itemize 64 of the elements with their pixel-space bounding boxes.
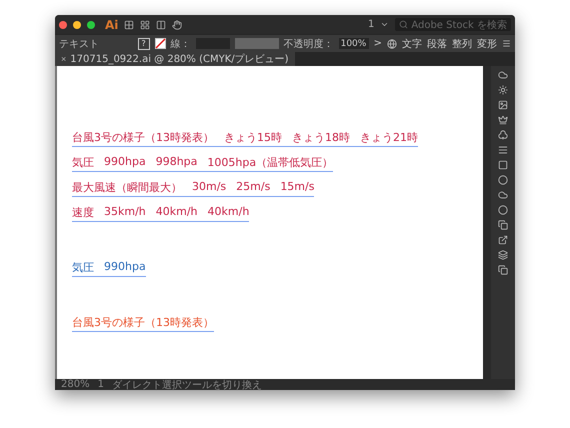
cloud-icon[interactable] [498, 190, 508, 200]
lines-icon[interactable] [498, 145, 508, 155]
panel-link[interactable]: 段落 [427, 36, 447, 50]
tool-hint: ダイレクト選択ツールを切り換え [112, 378, 262, 390]
opacity-label: 不透明度： [284, 38, 334, 50]
text-frame: 台風3号の様子（13時発表） [72, 315, 214, 330]
text-frame: 速度 [72, 205, 94, 220]
panel-link[interactable]: 変形 [477, 36, 497, 50]
fill-swatch[interactable]: ? [138, 38, 150, 50]
artboard-number[interactable]: 1 [98, 379, 104, 390]
text-frame: 990hpa [104, 260, 146, 275]
selection-label: テキスト [59, 38, 99, 50]
cloud-icon[interactable] [498, 70, 508, 80]
arrangement-number[interactable]: 1 [368, 19, 374, 30]
text-frame: 最大風速（瞬間最大） [72, 180, 182, 195]
grid-icon[interactable] [140, 20, 150, 30]
stroke-swatch-icon[interactable] [154, 38, 166, 49]
text-frame: 40km/h [208, 205, 250, 220]
app-logo: Ai [105, 18, 118, 32]
style-field[interactable] [234, 38, 279, 49]
more-button[interactable]: > [374, 38, 382, 49]
text-frame: きょう21時 [360, 130, 418, 145]
text-frame: 30m/s [192, 180, 226, 195]
square-icon[interactable] [498, 160, 508, 170]
text-frame: 15m/s [280, 180, 314, 195]
circle-icon[interactable] [498, 205, 508, 215]
document-tab[interactable]: × 170715_0922.ai @ 280% (CMYK/プレビュー) [55, 52, 295, 66]
text-frame: 40km/h [156, 205, 198, 220]
export-icon[interactable] [498, 235, 508, 245]
text-frame: 990hpa [104, 155, 146, 170]
layers-icon[interactable] [498, 250, 508, 260]
panel-link[interactable]: 文字 [402, 36, 422, 50]
image-icon[interactable] [498, 100, 508, 110]
text-frame: きょう15時 [224, 130, 282, 145]
text-frame: 台風3号の様子（13時発表） [72, 130, 214, 145]
text-frame: 35km/h [104, 205, 146, 220]
crown-icon[interactable] [498, 115, 508, 125]
close-button[interactable] [59, 20, 67, 28]
chevron-icon[interactable] [380, 20, 390, 29]
sun-icon[interactable] [498, 85, 508, 95]
club-icon[interactable] [498, 130, 508, 140]
copy-icon[interactable] [498, 220, 508, 230]
text-frame: 998hpa [156, 155, 198, 170]
text-frame: 気圧 [72, 155, 94, 170]
close-tab-button[interactable]: × [61, 54, 66, 64]
text-frame: きょう18時 [292, 130, 350, 145]
panel-link[interactable]: 整列 [452, 36, 472, 50]
circle-icon[interactable] [498, 175, 508, 185]
copy-icon[interactable] [498, 265, 508, 275]
zoom-level[interactable]: 280% [61, 379, 90, 390]
search-icon [399, 20, 408, 29]
text-frame: 1005hpa（温帯低気圧） [207, 155, 334, 170]
menu-icon[interactable] [502, 39, 511, 48]
grid-icon[interactable] [124, 20, 134, 30]
text-frame: 25m/s [236, 180, 270, 195]
stroke-label: 線： [170, 38, 191, 50]
document-title: 170715_0922.ai @ 280% (CMYK/プレビュー) [70, 52, 289, 66]
minimize-button[interactable] [73, 20, 81, 28]
text-frame: 気圧 [72, 260, 94, 275]
globe-icon[interactable] [387, 38, 397, 48]
hand-icon[interactable] [172, 20, 182, 30]
opacity-field[interactable]: 100% [338, 38, 369, 49]
zoom-button[interactable] [87, 20, 95, 28]
layout-icon[interactable] [156, 20, 166, 30]
